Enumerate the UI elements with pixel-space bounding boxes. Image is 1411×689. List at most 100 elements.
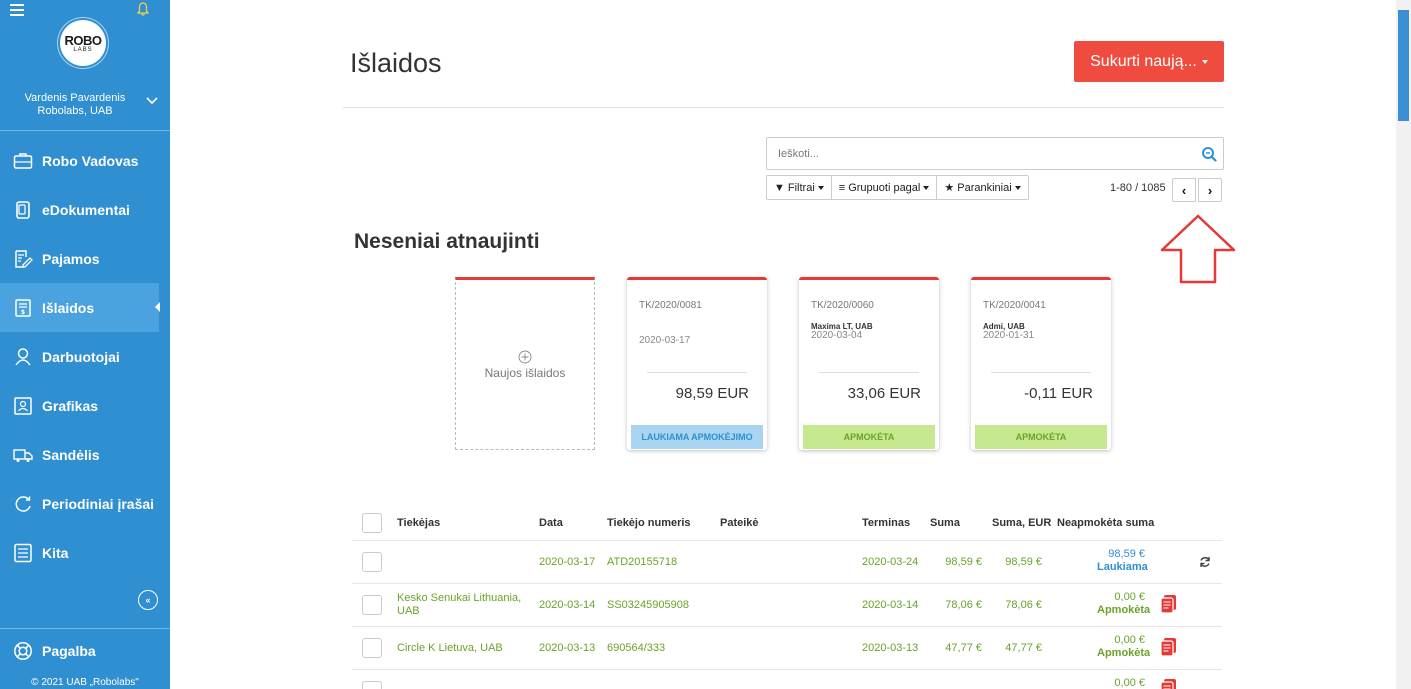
pager-range: 1-80 / 1085 bbox=[1110, 182, 1166, 194]
card-number: TK/2020/0041 bbox=[983, 300, 1046, 311]
robolabs-logo[interactable]: ROBO LABS bbox=[60, 20, 106, 66]
table-header: Tiekėjas Data Tiekėjo numeris Pateikė Te… bbox=[352, 505, 1222, 541]
user-info[interactable]: Vardenis Pavardenis Robolabs, UAB bbox=[0, 92, 150, 118]
logo-sub-text: LABS bbox=[73, 47, 93, 53]
pdf-document-icon[interactable] bbox=[1160, 594, 1178, 614]
title-divider bbox=[343, 107, 1224, 108]
expense-doc-icon: $ bbox=[15, 298, 31, 317]
sidebar-item-sandelis[interactable]: Sandėlis bbox=[0, 430, 170, 479]
sidebar-item-label: Grafikas bbox=[42, 397, 99, 414]
table-row[interactable]: 0,00 € bbox=[352, 670, 1222, 689]
table-row[interactable]: Circle K Lietuva, UAB 2020-03-13 690564/… bbox=[352, 627, 1222, 670]
cell-date: 2020-03-13 bbox=[539, 642, 596, 654]
help-label: Pagalba bbox=[42, 643, 96, 659]
invoice-edit-icon bbox=[15, 249, 33, 268]
sidebar-item-edokumentai[interactable]: eDokumentai bbox=[0, 185, 170, 234]
svg-text:$: $ bbox=[21, 309, 25, 316]
caret-down-icon bbox=[817, 185, 824, 190]
table-row[interactable]: Kesko Senukai Lithuania, UAB 2020-03-14 … bbox=[352, 584, 1222, 627]
sidebar-item-label: eDokumentai bbox=[42, 201, 130, 218]
card-date: 2020-01-31 bbox=[983, 330, 1035, 341]
scrollbar-thumb[interactable] bbox=[1398, 10, 1409, 121]
copyright: © 2021 UAB „Robolabs" bbox=[31, 677, 139, 688]
cell-date: 2020-03-14 bbox=[539, 599, 596, 611]
cell-unpaid: 0,00 € Apmokėta bbox=[1097, 634, 1150, 660]
cell-unpaid: 98,59 € Laukiama bbox=[1097, 548, 1148, 574]
table-row[interactable]: 2020-03-17 ATD20155718 2020-03-24 98,59 … bbox=[352, 541, 1222, 584]
bell-icon[interactable] bbox=[137, 2, 149, 16]
create-new-button[interactable]: Sukurti naują... bbox=[1074, 41, 1224, 82]
col-sum-eur[interactable]: Suma, EUR bbox=[992, 517, 1051, 529]
sidebar-item-label: Pajamos bbox=[42, 250, 100, 267]
chevron-down-icon[interactable] bbox=[146, 96, 158, 106]
plus-circle-icon bbox=[518, 350, 532, 363]
group-by-dropdown[interactable]: ≡ Grupuoti pagal bbox=[831, 176, 938, 199]
col-supplier[interactable]: Tiekėjas bbox=[397, 517, 440, 529]
other-icon bbox=[14, 543, 32, 562]
refresh-icon[interactable] bbox=[1199, 556, 1211, 568]
sidebar-item-pajamos[interactable]: Pajamos bbox=[0, 234, 170, 283]
logo-main-text: ROBO bbox=[64, 33, 103, 48]
col-supplier-number[interactable]: Tiekėjo numeris bbox=[607, 517, 691, 529]
card-divider bbox=[647, 372, 747, 373]
card-date: 2020-03-17 bbox=[639, 335, 691, 346]
col-sum[interactable]: Suma bbox=[930, 517, 960, 529]
sidebar-item-label: Kita bbox=[42, 544, 69, 561]
row-checkbox[interactable] bbox=[362, 595, 382, 615]
pager-prev-button[interactable]: ‹ bbox=[1172, 178, 1196, 202]
cell-date: 2020-03-17 bbox=[539, 556, 596, 568]
sidebar-item-label: Robo Vadovas bbox=[42, 152, 139, 169]
hamburger-menu-icon[interactable] bbox=[10, 4, 24, 16]
sidebar-item-label: Išlaidos bbox=[42, 299, 95, 316]
card-divider bbox=[991, 372, 1091, 373]
sidebar-item-robo-vadovas[interactable]: Robo Vadovas bbox=[0, 136, 170, 185]
card-number: TK/2020/0060 bbox=[811, 300, 874, 311]
sidebar-nav: Robo Vadovas eDokumentai Pajamos $ Išlai… bbox=[0, 136, 170, 577]
col-unpaid[interactable]: Neapmokėta suma bbox=[1057, 517, 1154, 529]
search-icon[interactable] bbox=[1201, 146, 1217, 162]
pager-next-button[interactable]: › bbox=[1198, 178, 1222, 202]
recent-card[interactable]: TK/2020/0041 Admi, UAB 2020-01-31 -0,11 … bbox=[971, 277, 1111, 450]
search-input[interactable] bbox=[767, 138, 1197, 169]
sidebar-item-grafikas[interactable]: Grafikas bbox=[0, 381, 170, 430]
cell-supplier: Circle K Lietuva, UAB bbox=[397, 642, 503, 654]
recent-card[interactable]: TK/2020/0081 2020-03-17 98,59 EUR LAUKIA… bbox=[627, 277, 767, 450]
sidebar-item-kita[interactable]: Kita bbox=[0, 528, 170, 577]
page-scrollbar[interactable] bbox=[1396, 0, 1411, 689]
help-link[interactable]: Pagalba bbox=[0, 629, 170, 673]
filters-dropdown[interactable]: ▼ Filtrai bbox=[767, 176, 832, 199]
col-submitted-by[interactable]: Pateikė bbox=[720, 517, 759, 529]
recent-section-title: Neseniai atnaujinti bbox=[354, 230, 540, 253]
caret-down-icon bbox=[1014, 185, 1021, 190]
briefcase-icon bbox=[13, 152, 33, 169]
card-date: 2020-03-04 bbox=[811, 330, 863, 341]
card-divider bbox=[819, 372, 919, 373]
col-date[interactable]: Data bbox=[539, 517, 563, 529]
cell-sum-eur: 98,59 € bbox=[1005, 556, 1042, 568]
unpaid-amount: 0,00 € bbox=[1114, 634, 1145, 646]
employee-icon bbox=[15, 347, 31, 365]
recent-card[interactable]: TK/2020/0060 Maxima LT, UAB 2020-03-04 3… bbox=[799, 277, 939, 450]
collapse-sidebar-button[interactable]: « bbox=[138, 590, 158, 610]
pdf-document-icon[interactable] bbox=[1160, 678, 1178, 689]
favorites-dropdown[interactable]: ★ Parankiniai bbox=[937, 176, 1028, 199]
create-new-label: Sukurti naują... bbox=[1090, 52, 1197, 70]
sidebar-item-periodiniai-irasai[interactable]: Periodiniai įrašai bbox=[0, 479, 170, 528]
col-term[interactable]: Terminas bbox=[862, 517, 910, 529]
row-checkbox[interactable] bbox=[362, 552, 382, 572]
new-expense-card[interactable]: Naujos išlaidos bbox=[455, 277, 595, 450]
card-status-badge: APMOKĖTA bbox=[803, 425, 935, 449]
group-by-label: Grupuoti pagal bbox=[848, 181, 921, 194]
card-amount: 98,59 EUR bbox=[675, 385, 749, 402]
pdf-document-icon[interactable] bbox=[1160, 637, 1178, 657]
schedule-icon bbox=[14, 396, 32, 415]
cell-supplier: Kesko Senukai Lithuania, UAB bbox=[397, 592, 522, 617]
lifebuoy-icon bbox=[14, 642, 32, 660]
select-all-checkbox[interactable] bbox=[362, 513, 382, 533]
sidebar-item-islaidos[interactable]: $ Išlaidos bbox=[0, 283, 160, 332]
cell-sum: 98,59 € bbox=[945, 556, 982, 568]
sidebar-item-darbuotojai[interactable]: Darbuotojai bbox=[0, 332, 170, 381]
row-checkbox[interactable] bbox=[362, 638, 382, 658]
row-checkbox[interactable] bbox=[362, 681, 382, 689]
card-amount: 33,06 EUR bbox=[847, 385, 921, 402]
